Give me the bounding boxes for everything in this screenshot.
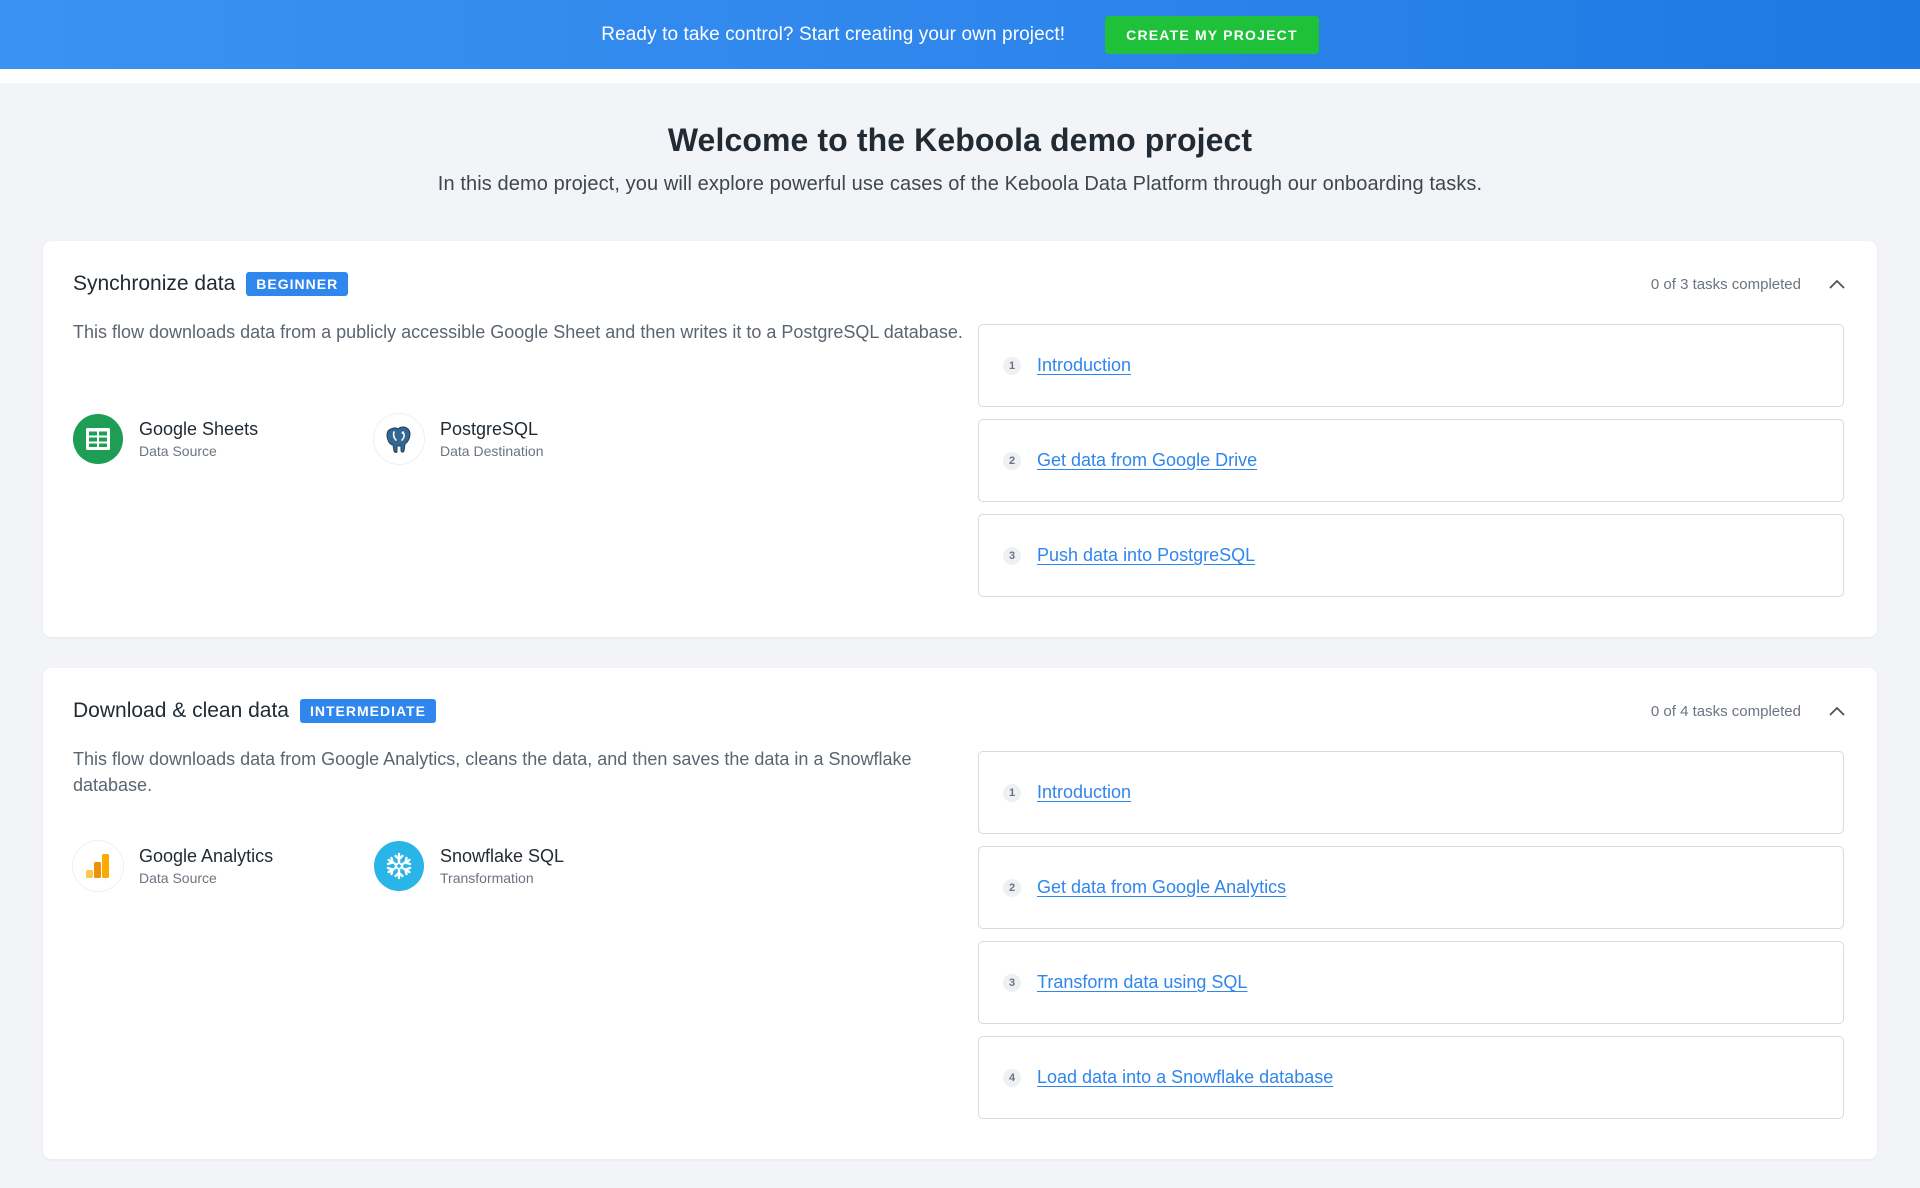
banner-divider [0, 69, 1920, 83]
card-description: This flow downloads data from a publicly… [73, 322, 963, 342]
task-number: 3 [1003, 546, 1021, 565]
task-item[interactable]: 2 Get data from Google Analytics [978, 846, 1844, 929]
welcome-header: Welcome to the Keboola demo project In t… [0, 122, 1920, 196]
task-item[interactable]: 1 Introduction [978, 751, 1844, 834]
card-header: Synchronize data BEGINNER 0 of 3 tasks c… [73, 269, 1847, 299]
level-badge: BEGINNER [246, 272, 349, 296]
card-header: Download & clean data INTERMEDIATE 0 of … [73, 696, 1847, 726]
component-name: Snowflake SQL [440, 846, 565, 866]
task-link[interactable]: Get data from Google Analytics [1037, 877, 1286, 898]
tasks-progress: 0 of 3 tasks completed [1650, 275, 1801, 293]
task-link[interactable]: Get data from Google Drive [1037, 450, 1257, 471]
task-link[interactable]: Push data into PostgreSQL [1037, 545, 1255, 566]
task-item[interactable]: 2 Get data from Google Drive [978, 419, 1844, 502]
component-name: PostgreSQL [440, 419, 539, 439]
component-name: Google Sheets [139, 419, 259, 439]
level-badge: INTERMEDIATE [299, 699, 436, 723]
task-list: 1 Introduction 2 Get data from Google Dr… [978, 324, 1844, 609]
collapse-button[interactable] [1827, 701, 1847, 721]
task-link[interactable]: Introduction [1037, 355, 1131, 376]
task-link[interactable]: Introduction [1037, 782, 1131, 803]
task-number: 1 [1003, 356, 1021, 375]
component-type: Data Source [139, 443, 217, 459]
component-name: Google Analytics [139, 846, 274, 866]
task-item[interactable]: 1 Introduction [978, 324, 1844, 407]
snowflake-icon [374, 841, 424, 891]
flow-components: Google Analytics Data Source Snowflake S… [73, 841, 675, 891]
flow-components: Google Sheets Data Source PostgreSQL Dat… [73, 414, 675, 464]
task-item[interactable]: 4 Load data into a Snowflake database [978, 1036, 1844, 1119]
component-postgresql: PostgreSQL Data Destination [374, 414, 675, 464]
task-number: 3 [1003, 973, 1021, 992]
task-number: 4 [1003, 1068, 1021, 1087]
task-item[interactable]: 3 Transform data using SQL [978, 941, 1844, 1024]
chevron-up-icon [1829, 707, 1845, 716]
card-description: This flow downloads data from Google Ana… [73, 749, 912, 795]
task-number: 1 [1003, 783, 1021, 802]
component-snowflake-sql: Snowflake SQL Transformation [374, 841, 675, 891]
card-title: Synchronize data [73, 272, 236, 295]
task-link[interactable]: Load data into a Snowflake database [1037, 1067, 1333, 1088]
task-number: 2 [1003, 451, 1021, 470]
component-type: Data Source [139, 870, 217, 886]
task-list: 1 Introduction 2 Get data from Google An… [978, 751, 1844, 1131]
task-number: 2 [1003, 878, 1021, 897]
flow-card-synchronize-data: Synchronize data BEGINNER 0 of 3 tasks c… [43, 241, 1877, 637]
component-type: Transformation [440, 870, 534, 886]
promo-banner: Ready to take control? Start creating yo… [0, 0, 1920, 69]
google-analytics-icon [73, 841, 123, 891]
page-title: Welcome to the Keboola demo project [667, 122, 1253, 158]
task-link[interactable]: Transform data using SQL [1037, 972, 1247, 993]
collapse-button[interactable] [1827, 274, 1847, 294]
page-subtitle: In this demo project, you will explore p… [437, 173, 1483, 195]
task-item[interactable]: 3 Push data into PostgreSQL [978, 514, 1844, 597]
google-sheets-icon [73, 414, 123, 464]
create-my-project-button[interactable]: CREATE MY PROJECT [1105, 15, 1319, 54]
postgresql-icon [374, 414, 424, 464]
card-title: Download & clean data [73, 699, 289, 722]
component-type: Data Destination [440, 443, 544, 459]
tasks-progress: 0 of 4 tasks completed [1650, 702, 1801, 720]
component-google-sheets: Google Sheets Data Source [73, 414, 374, 464]
chevron-up-icon [1829, 280, 1845, 289]
component-google-analytics: Google Analytics Data Source [73, 841, 374, 891]
banner-text: Ready to take control? Start creating yo… [601, 23, 1066, 45]
flow-card-download-clean-data: Download & clean data INTERMEDIATE 0 of … [43, 668, 1877, 1159]
